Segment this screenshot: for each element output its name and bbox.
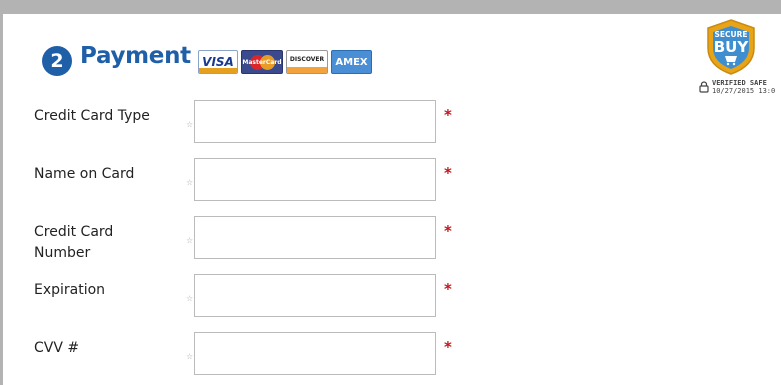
section-title: Payment: [80, 43, 191, 69]
visa-logo-text: VISA: [202, 55, 234, 69]
mastercard-logo-text: MasterCard: [242, 58, 282, 66]
hint-star-icon: ☆: [186, 236, 194, 245]
discover-logo-text: DISCOVER: [289, 55, 325, 63]
hint-star-icon: ☆: [186, 120, 194, 129]
cart-icon: [725, 56, 737, 62]
hint-star-icon: ☆: [186, 352, 194, 361]
top-border: [0, 0, 781, 14]
cvv-field[interactable]: [194, 332, 436, 375]
verified-label: VERIFIED SAFE: [712, 79, 767, 87]
required-asterisk: *: [444, 106, 452, 124]
left-border: [0, 14, 3, 385]
hint-star-icon: ☆: [186, 294, 194, 303]
required-asterisk: *: [444, 338, 452, 356]
name-on-card-field[interactable]: [194, 158, 436, 201]
credit-card-type-field[interactable]: [194, 100, 436, 143]
mastercard-logo: MasterCard: [241, 50, 283, 74]
cvv-label: CVV #: [34, 340, 80, 356]
lock-icon: [699, 81, 709, 93]
credit-card-number-label: Credit Card Number: [34, 224, 114, 261]
amex-logo: AMEX: [331, 50, 372, 74]
credit-card-number-field[interactable]: [194, 216, 436, 259]
visa-logo: VISA: [198, 50, 238, 74]
verified-safe-text: VERIFIED SAFE 10/27/2015 13:0: [712, 79, 775, 95]
required-asterisk: *: [444, 164, 452, 182]
secure-buy-seal[interactable]: SECURE BUY: [704, 18, 758, 76]
required-asterisk: *: [444, 222, 452, 240]
hint-star-icon: ☆: [186, 178, 194, 187]
name-on-card-label: Name on Card: [34, 166, 135, 182]
verified-date: 10/27/2015 13:0: [712, 87, 776, 95]
required-asterisk: *: [444, 280, 452, 298]
payment-panel: 2 Payment VISA MasterCard DISCOVER AMEX …: [0, 0, 781, 385]
credit-card-type-label: Credit Card Type: [34, 108, 150, 124]
step-number-badge: 2: [42, 46, 72, 76]
seal-main-text: BUY: [714, 38, 750, 56]
amex-logo-text: AMEX: [335, 56, 368, 68]
discover-logo: DISCOVER: [286, 50, 328, 74]
expiration-field[interactable]: [194, 274, 436, 317]
expiration-label: Expiration: [34, 282, 106, 298]
